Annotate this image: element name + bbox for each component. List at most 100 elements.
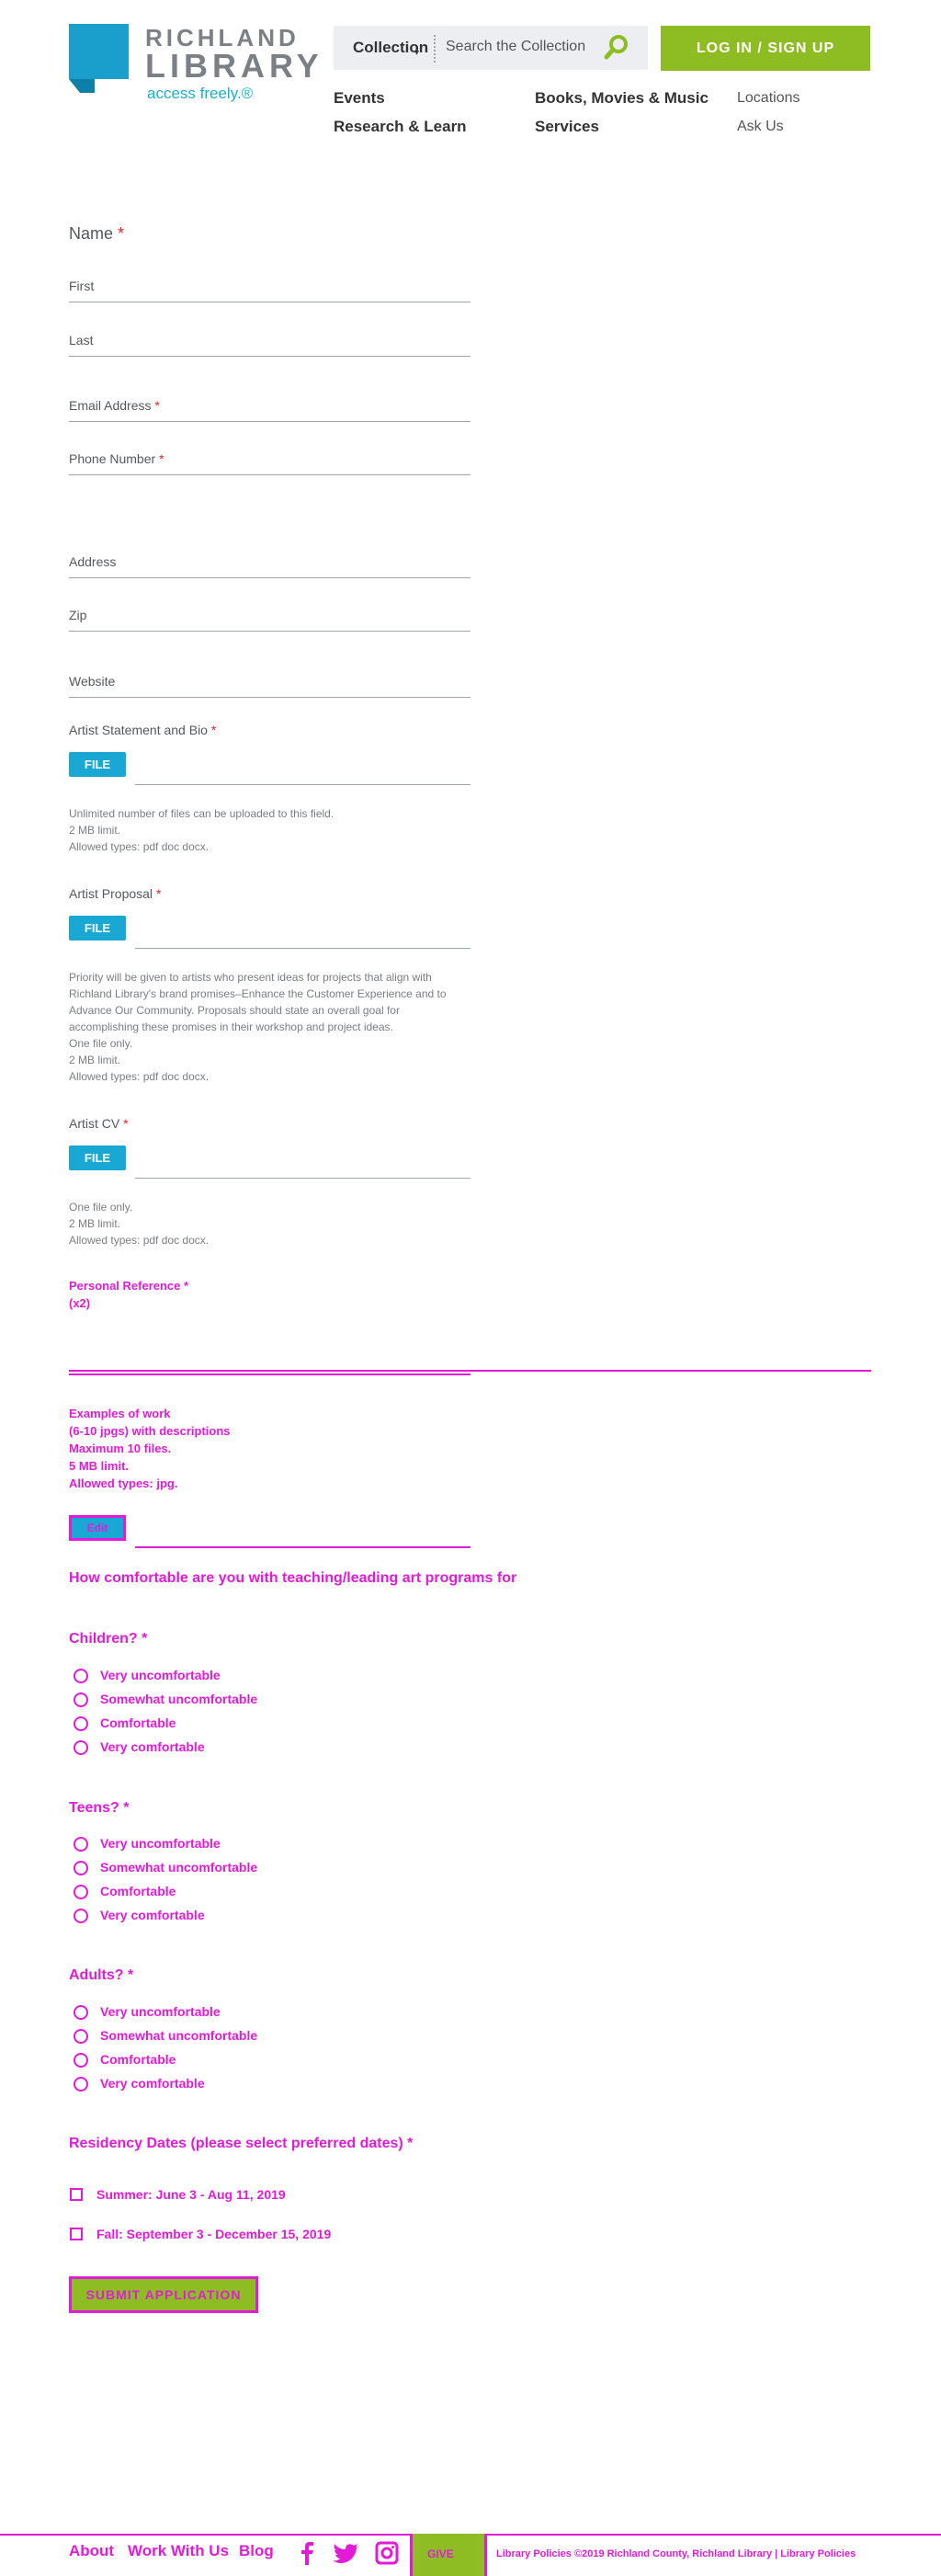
logo-mark-icon[interactable] (69, 24, 129, 93)
email-field[interactable]: Email Address * (69, 398, 160, 413)
logo-line2: LIBRARY (145, 47, 323, 85)
statement-file-underline (135, 784, 470, 785)
facebook-icon[interactable] (297, 2541, 317, 2565)
help-line: One file only. (69, 1037, 133, 1050)
phone-field[interactable]: Phone Number * (69, 451, 164, 466)
proposal-file-underline (135, 948, 470, 949)
footer-blog-link[interactable]: Blog (239, 2542, 274, 2560)
cv-file-underline (135, 1178, 470, 1179)
statement-file-button[interactable]: FILE (69, 752, 126, 777)
footer-work-with-us-link[interactable]: Work With Us (128, 2542, 229, 2560)
examples-help: Examples of work (6-10 jpgs) with descri… (69, 1405, 231, 1492)
last-name-underline (69, 356, 470, 357)
checkbox-fall[interactable] (70, 2228, 83, 2240)
radio-adults-very-uncomfortable[interactable] (74, 2005, 88, 2020)
reference-field-2[interactable] (69, 1373, 470, 1375)
fall-label: Fall: September 3 - December 15, 2019 (96, 2227, 332, 2241)
help-line: (6-10 jpgs) with descriptions (69, 1424, 231, 1438)
last-name-field[interactable]: Last (69, 333, 93, 348)
radio-children-very-uncomfortable[interactable] (74, 1669, 88, 1683)
summer-label: Summer: June 3 - Aug 11, 2019 (96, 2187, 286, 2202)
search-icon[interactable] (603, 33, 630, 61)
nav-ask-us[interactable]: Ask Us (737, 119, 784, 135)
radio-teens-comfortable[interactable] (74, 1885, 88, 1899)
phone-underline (69, 474, 470, 475)
teens-label: Teens? * (69, 1800, 130, 1816)
statement-label: Artist Statement and Bio * (69, 723, 217, 737)
nav-services[interactable]: Services (535, 118, 599, 136)
radio-children-comfortable[interactable] (74, 1716, 88, 1731)
first-name-field[interactable]: First (69, 279, 94, 293)
website-field[interactable]: Website (69, 674, 115, 689)
option-label: Somewhat uncomfortable (100, 1860, 258, 1875)
option-label: Comfortable (100, 1884, 176, 1898)
help-line: Priority will be given to artists who pr… (69, 971, 432, 984)
option-label: Comfortable (100, 1715, 176, 1730)
logo-tagline: access freely.® (147, 85, 254, 102)
radio-adults-very-comfortable[interactable] (74, 2077, 88, 2092)
reference-label: Personal Reference * (69, 1279, 189, 1293)
radio-children-somewhat-uncomfortable[interactable] (74, 1693, 88, 1707)
footer-about-link[interactable]: About (69, 2542, 114, 2560)
twitter-icon[interactable] (333, 2543, 360, 2563)
examples-file-button[interactable]: Edit (69, 1515, 126, 1541)
help-line: Examples of work (69, 1407, 171, 1420)
checkbox-summer[interactable] (70, 2188, 83, 2201)
help-line: Maximum 10 files. (69, 1442, 172, 1455)
cv-help: One file only. 2 MB limit. Allowed types… (69, 1199, 482, 1248)
footer-give-label: GIVE (427, 2548, 454, 2560)
option-label: Comfortable (100, 2052, 176, 2067)
help-line: Allowed types: pdf doc docx. (69, 1070, 210, 1083)
residency-dates-label: Residency Dates (please select preferred… (69, 2136, 414, 2151)
cv-file-button[interactable]: FILE (69, 1146, 126, 1170)
children-label: Children? * (69, 1631, 148, 1647)
option-label: Very comfortable (100, 1908, 205, 1922)
nav-books-movies-music[interactable]: Books, Movies & Music (535, 89, 709, 108)
nav-locations[interactable]: Locations (737, 90, 800, 107)
email-underline (69, 421, 470, 422)
help-line: 2 MB limit. (69, 1054, 121, 1066)
examples-file-underline (135, 1546, 470, 1548)
address-underline (69, 577, 470, 578)
zip-field[interactable]: Zip (69, 608, 86, 622)
help-line: accomplishing these promises in their wo… (69, 1020, 393, 1033)
option-label: Very uncomfortable (100, 1836, 221, 1851)
help-line: 5 MB limit. (69, 1459, 130, 1473)
option-label: Very uncomfortable (100, 1668, 221, 1682)
help-line: Unlimited number of files can be uploade… (69, 807, 334, 820)
nav-research-learn[interactable]: Research & Learn (334, 118, 467, 136)
help-line: Advance Our Community. Proposals should … (69, 1004, 400, 1017)
radio-adults-somewhat-uncomfortable[interactable] (74, 2029, 88, 2044)
proposal-file-button[interactable]: FILE (69, 916, 126, 940)
nav-events[interactable]: Events (334, 89, 385, 108)
website-underline (69, 697, 470, 698)
radio-children-very-comfortable[interactable] (74, 1740, 88, 1755)
search-input[interactable]: Search the Collection (446, 39, 585, 55)
help-line: Allowed types: pdf doc docx. (69, 1234, 210, 1247)
proposal-help: Priority will be given to artists who pr… (69, 969, 482, 1085)
login-signup-button[interactable]: LOG IN / SIGN UP (661, 26, 870, 71)
help-line: 2 MB limit. (69, 824, 121, 837)
radio-teens-somewhat-uncomfortable[interactable] (74, 1861, 88, 1875)
adults-label: Adults? * (69, 1967, 134, 1983)
option-label: Somewhat uncomfortable (100, 1692, 258, 1706)
instagram-icon[interactable] (375, 2541, 399, 2565)
footer-copyright: Library Policies ©2019 Richland County, … (496, 2548, 856, 2559)
help-line: Richland Library's brand promises–Enhanc… (69, 987, 447, 1000)
reference-field-1[interactable] (69, 1370, 871, 1372)
help-line: Allowed types: jpg. (69, 1476, 178, 1490)
radio-teens-very-comfortable[interactable] (74, 1909, 88, 1923)
cv-label: Artist CV * (69, 1116, 129, 1131)
option-label: Very comfortable (100, 2076, 205, 2091)
help-line: Allowed types: pdf doc docx. (69, 840, 210, 853)
radio-teens-very-uncomfortable[interactable] (74, 1837, 88, 1852)
chevron-down-icon: ▾ (414, 48, 420, 58)
address-field[interactable]: Address (69, 554, 116, 569)
option-label: Somewhat uncomfortable (100, 2028, 258, 2043)
radio-adults-comfortable[interactable] (74, 2053, 88, 2068)
help-line: One file only. (69, 1201, 133, 1214)
option-label: Very comfortable (100, 1739, 205, 1754)
submit-application-button[interactable]: SUBMIT APPLICATION (69, 2276, 258, 2313)
statement-help: Unlimited number of files can be uploade… (69, 805, 482, 855)
name-heading: Name * (69, 224, 125, 243)
